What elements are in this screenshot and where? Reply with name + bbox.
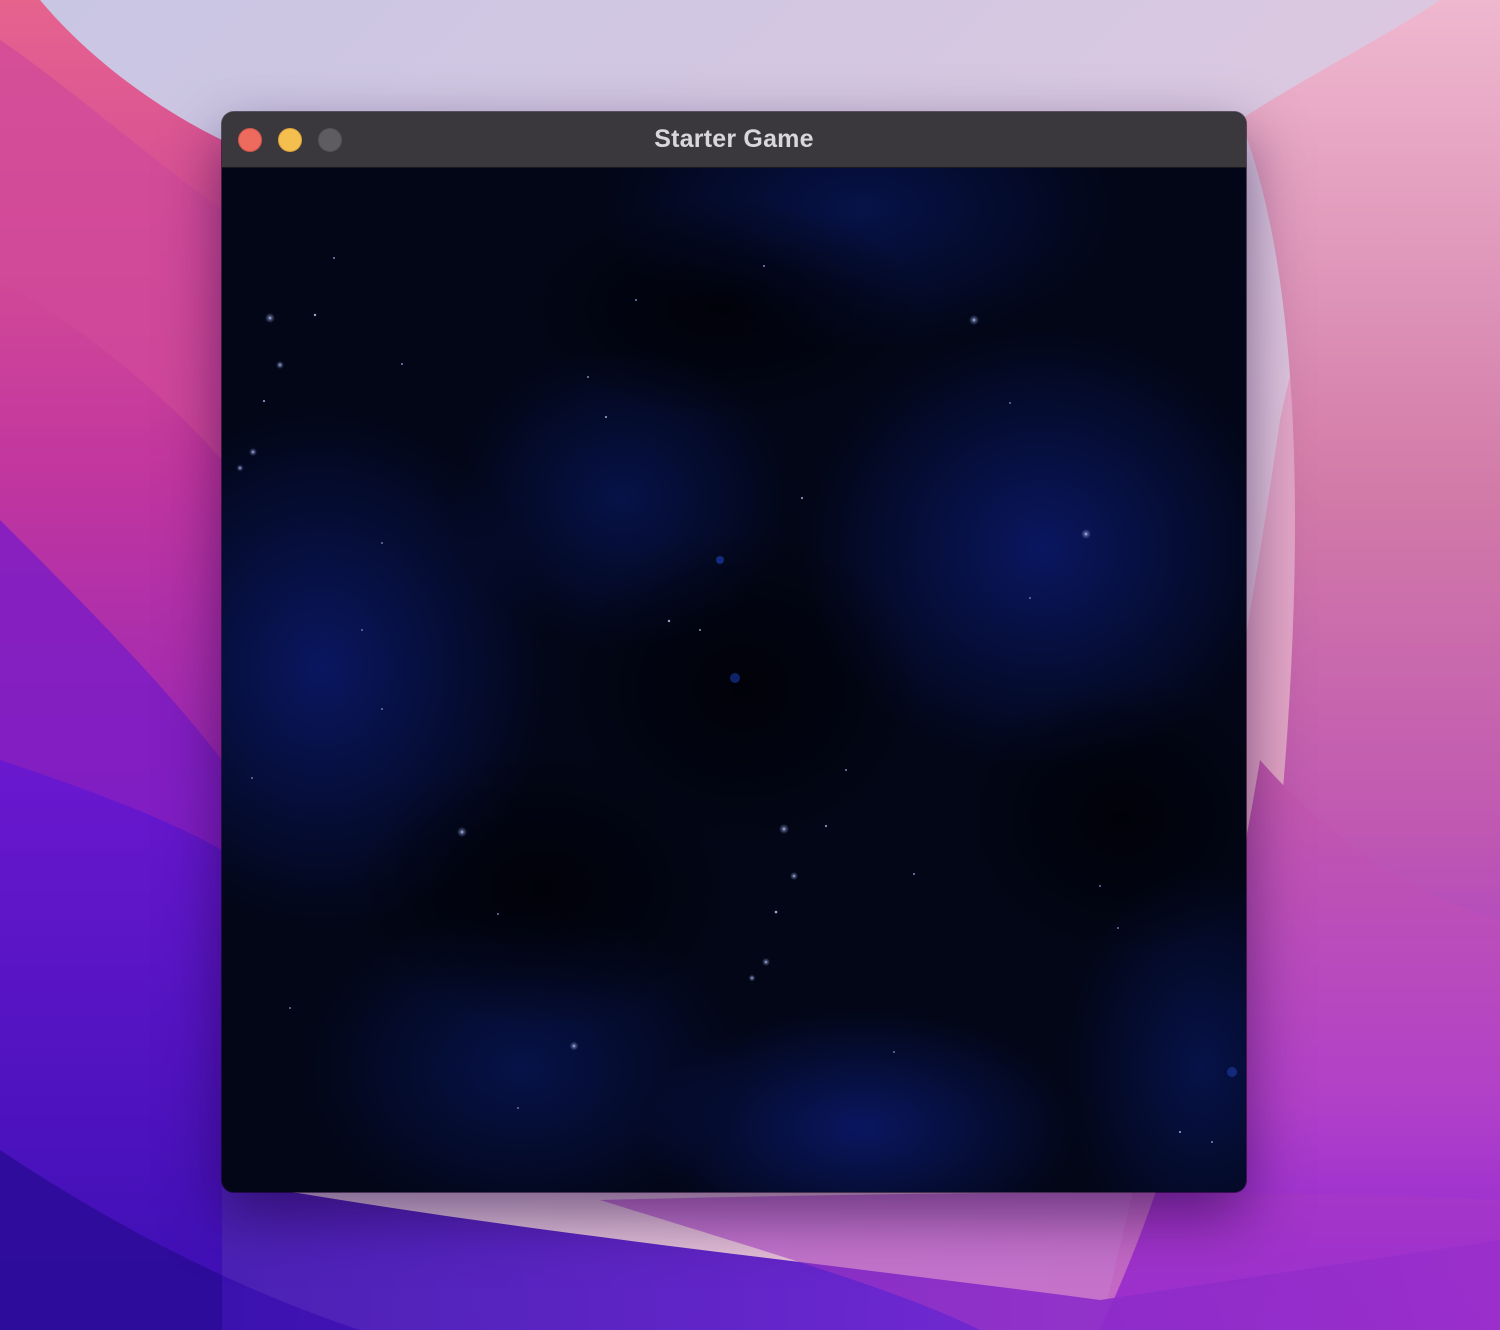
- starfield-nebula: [222, 168, 1246, 1192]
- window-title: Starter Game: [654, 125, 814, 153]
- game-window: Starter Game: [222, 112, 1246, 1192]
- title-bar[interactable]: Starter Game: [222, 112, 1246, 168]
- game-canvas[interactable]: [222, 168, 1246, 1192]
